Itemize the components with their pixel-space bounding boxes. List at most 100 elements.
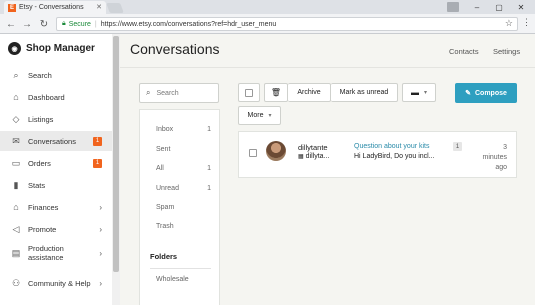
edit-icon: ✎ [465, 90, 471, 97]
reload-icon[interactable]: ↻ [37, 17, 51, 31]
message-subject[interactable]: Question about your kits [354, 143, 430, 150]
browser-tab-strip: E Etsy - Conversations ✕ – ▢ ✕ [0, 0, 535, 14]
folder-icon: ▬ [410, 88, 419, 97]
bank-icon: ⌂ [13, 202, 19, 212]
home-icon: ⌂ [13, 92, 19, 102]
sidebar-item-label: Search [28, 70, 52, 80]
delete-button[interactable]: 🗑︎ [264, 83, 288, 102]
sidebar-item-label: Finances [28, 202, 59, 212]
window-close-icon[interactable]: ✕ [510, 0, 532, 14]
folder-label: Sent [156, 146, 171, 153]
search-icon: ⌕ [146, 88, 151, 97]
sidebar-item-label: Listings [28, 114, 54, 124]
message-count-badge: 1 [453, 142, 462, 151]
chevron-right-icon: › [99, 248, 102, 258]
envelope-icon: ✉ [12, 135, 20, 146]
chevron-down-icon: ▾ [268, 113, 272, 119]
profile-icon[interactable] [447, 2, 459, 12]
browser-menu-icon[interactable]: ⋮ [522, 17, 531, 28]
folder-all[interactable]: All 1 [156, 165, 211, 172]
avatar [266, 141, 286, 161]
folder-label: Unread [156, 185, 179, 192]
sidebar-item-dashboard[interactable]: ⌂ Dashboard [0, 87, 112, 107]
secure-label: Secure [68, 20, 91, 28]
minimize-icon[interactable]: – [466, 0, 488, 14]
folder-trash[interactable]: Trash [156, 223, 211, 230]
folder-label: Spam [156, 204, 175, 211]
shop-name: dillyta... [305, 153, 330, 160]
sidebar-item-conversations[interactable]: ✉ Conversations 1 [0, 131, 112, 151]
folder-count: 1 [207, 126, 211, 133]
archive-button[interactable]: Archive [288, 83, 331, 102]
more-dropdown[interactable]: More ▾ [238, 106, 281, 125]
new-tab-button[interactable] [106, 3, 124, 13]
folder-unread[interactable]: Unread 1 [156, 185, 211, 192]
sidebar-item-listings[interactable]: ◇ Listings [0, 109, 112, 129]
url-text: https://www.etsy.com/conversations?ref=h… [100, 20, 277, 28]
chevron-right-icon: › [99, 278, 102, 288]
folder-spam[interactable]: Spam [156, 204, 211, 211]
sidebar-item-orders[interactable]: ▭ Orders 1 [0, 153, 112, 173]
message-timestamp: 3 minutes ago [482, 144, 507, 171]
back-arrow-icon[interactable]: ← [4, 17, 18, 31]
page-header: Conversations Contacts Settings [120, 34, 535, 68]
select-all-checkbox[interactable] [238, 83, 260, 102]
compose-button[interactable]: ✎ Compose [455, 83, 517, 103]
sender-name: dillytante [298, 143, 328, 152]
sidebar-item-label: Promote [28, 224, 57, 234]
sidebar-item-search[interactable]: ⌕ Search [0, 65, 112, 85]
mark-as-unread-button[interactable]: Mark as unread [331, 83, 398, 102]
folder-wholesale[interactable]: Wholesale [156, 276, 211, 283]
folder-count: 1 [207, 185, 211, 192]
community-icon: ⚇ [11, 277, 21, 288]
sidebar-scrollbar-thumb[interactable] [113, 36, 119, 272]
chevron-right-icon: › [99, 224, 102, 234]
address-bar[interactable]: 🔒︎ Secure | https://www.etsy.com/convers… [56, 17, 518, 31]
url-separator: | [94, 20, 97, 28]
tag-icon: ◇ [12, 113, 20, 124]
sidebar-item-label: Conversations [28, 136, 76, 146]
contacts-link[interactable]: Contacts [449, 47, 479, 56]
brand-title: Shop Manager [26, 43, 95, 54]
settings-link[interactable]: Settings [493, 47, 520, 56]
page-title: Conversations [130, 41, 220, 57]
megaphone-icon: ◁ [12, 223, 20, 234]
main-content: Conversations Contacts Settings ⌕ Search… [120, 34, 535, 305]
search-input[interactable]: ⌕ Search [139, 83, 219, 103]
chevron-down-icon: ▾ [423, 90, 427, 96]
search-icon: ⌕ [13, 69, 19, 80]
folder-label: Wholesale [156, 276, 189, 283]
tab-close-icon[interactable]: ✕ [96, 3, 102, 11]
maximize-icon[interactable]: ▢ [488, 0, 510, 14]
folders-heading: Folders [150, 252, 178, 261]
forward-arrow-icon[interactable]: → [20, 17, 34, 31]
trash-icon: 🗑︎ [270, 88, 282, 97]
browser-tab[interactable]: E Etsy - Conversations ✕ [4, 1, 106, 14]
folder-count: 1 [207, 165, 211, 172]
shop-icon: ▦ [298, 154, 304, 160]
lock-icon: 🔒︎ [62, 20, 66, 27]
sidebar-item-community-help[interactable]: ⚇ Community & Help › [0, 271, 112, 295]
shop-manager-brand[interactable]: ◉ Shop Manager [8, 42, 95, 55]
sidebar: ◉ Shop Manager ⌕ Search ⌂ Dashboard ◇ Li… [0, 34, 112, 305]
sidebar-item-label: Community & Help [28, 278, 91, 288]
compose-label: Compose [474, 89, 507, 97]
move-to-folder-button[interactable]: ▬ ▾ [402, 83, 436, 102]
bar-chart-icon: ▮ [13, 179, 19, 190]
folder-inbox[interactable]: Inbox 1 [156, 126, 211, 133]
sidebar-item-label: Dashboard [28, 92, 65, 102]
sidebar-item-stats[interactable]: ▮ Stats [0, 175, 112, 195]
orders-badge: 1 [93, 158, 102, 168]
checkbox-icon [249, 149, 257, 157]
sidebar-item-production-assistance[interactable]: ▤ Production assistance › [0, 241, 112, 265]
row-checkbox[interactable] [249, 149, 257, 157]
sidebar-item-promote[interactable]: ◁ Promote › [0, 219, 112, 239]
sidebar-item-finances[interactable]: ⌂ Finances › [0, 197, 112, 217]
conversation-row[interactable]: dillytante ▦ dillyta... Question about y… [238, 131, 517, 178]
message-preview: Hi LadyBird, Do you incl... [354, 153, 435, 160]
bookmark-star-icon[interactable]: ☆ [505, 18, 513, 29]
tab-title: Etsy - Conversations [19, 4, 84, 11]
folder-sent[interactable]: Sent [156, 146, 211, 153]
folder-label: Inbox [156, 126, 174, 133]
etsy-favicon-icon: E [8, 3, 16, 12]
